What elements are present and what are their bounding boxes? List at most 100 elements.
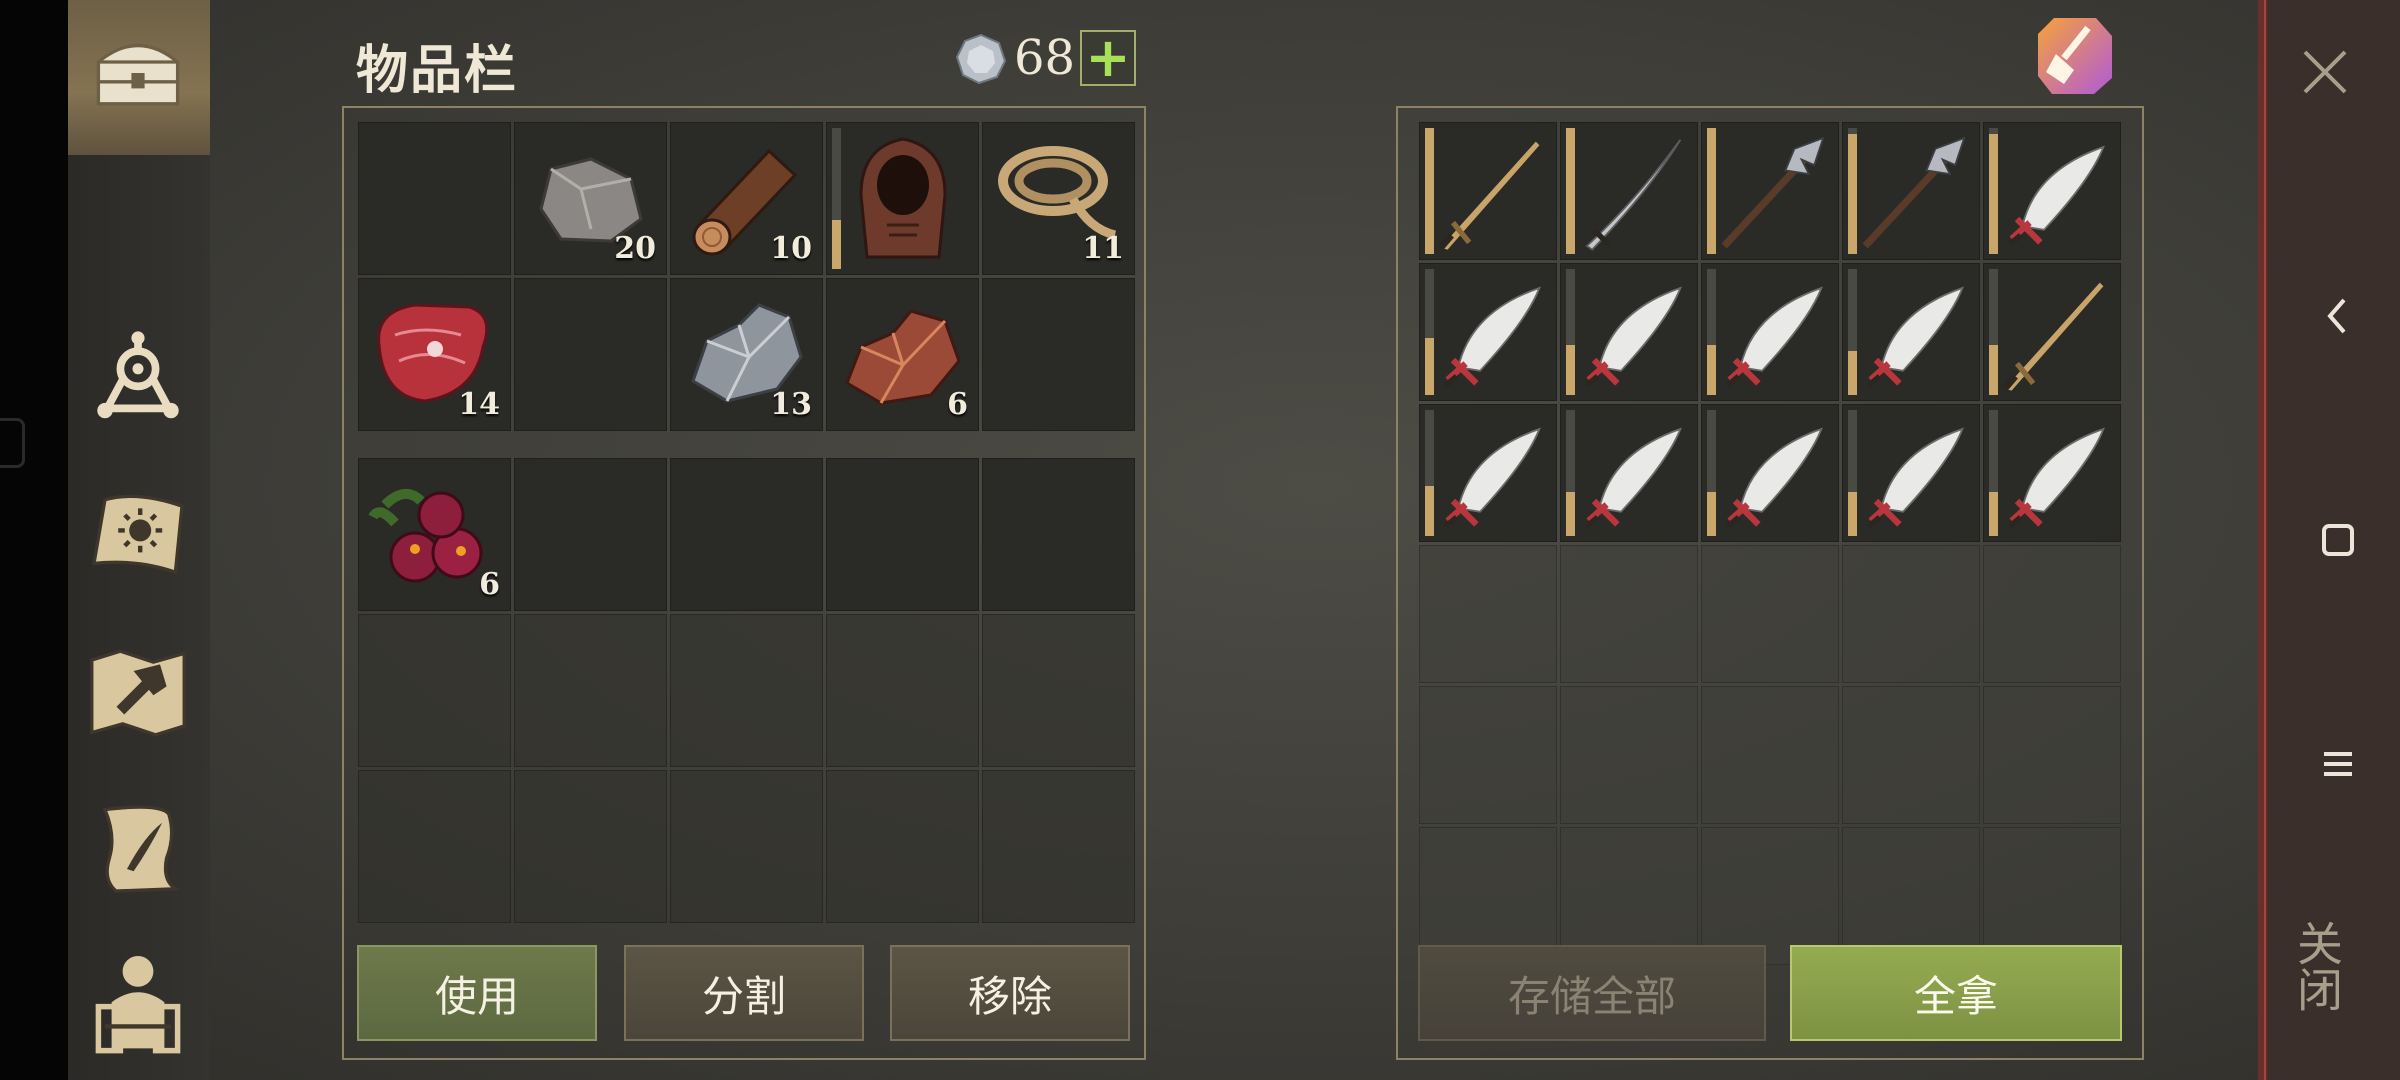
halberd-icon: [1721, 136, 1825, 249]
item-slot[interactable]: 11: [982, 122, 1135, 275]
empty-slot[interactable]: [670, 770, 823, 923]
halberd-icon: [1862, 136, 1966, 249]
empty-slot[interactable]: [826, 770, 979, 923]
empty-slot[interactable]: [1560, 686, 1698, 824]
durability-bar: [1707, 269, 1716, 395]
take-all-button[interactable]: 全拿: [1790, 945, 2122, 1041]
empty-slot[interactable]: [1419, 686, 1557, 824]
empty-slot[interactable]: [514, 614, 667, 767]
empty-slot[interactable]: [670, 614, 823, 767]
item-slot[interactable]: 10: [670, 122, 823, 275]
empty-slot[interactable]: [1560, 545, 1698, 683]
item-slot[interactable]: 6: [358, 458, 511, 611]
item-quantity: 6: [947, 387, 968, 422]
empty-slot[interactable]: [982, 614, 1135, 767]
item-slot[interactable]: [1419, 404, 1557, 542]
item-quantity: 20: [614, 231, 656, 266]
item-slot[interactable]: [1983, 404, 2121, 542]
menu-icon[interactable]: [2310, 736, 2366, 792]
empty-slot[interactable]: [982, 770, 1135, 923]
item-slot[interactable]: [1701, 122, 1839, 260]
store-all-button[interactable]: 存储全部: [1418, 945, 1766, 1041]
durability-bar: [1848, 410, 1857, 536]
item-quantity: 11: [1082, 231, 1124, 266]
item-quantity: 10: [770, 231, 812, 266]
skills-icon[interactable]: [80, 327, 196, 437]
item-slot[interactable]: 20: [514, 122, 667, 275]
empty-slot[interactable]: [982, 458, 1135, 611]
plus-icon: +: [1085, 26, 1131, 89]
durability-fill: [1566, 491, 1575, 536]
inventory-grid-hotbar: 6: [358, 458, 1135, 611]
item-slot[interactable]: 6: [826, 278, 979, 431]
use-button[interactable]: 使用: [357, 945, 597, 1041]
journal-icon[interactable]: [80, 482, 196, 592]
durability-bar: [1566, 410, 1575, 536]
item-slot[interactable]: 13: [670, 278, 823, 431]
character-icon[interactable]: [80, 945, 196, 1055]
home-icon[interactable]: [2310, 512, 2366, 568]
durability-bar: [1848, 269, 1857, 395]
item-slot[interactable]: [1842, 122, 1980, 260]
empty-slot[interactable]: [670, 458, 823, 611]
empty-slot[interactable]: [358, 770, 511, 923]
durability-fill: [1566, 344, 1575, 395]
empty-slot[interactable]: [358, 122, 511, 275]
item-slot[interactable]: [1560, 263, 1698, 401]
empty-slot[interactable]: [1701, 545, 1839, 683]
empty-slot[interactable]: [1983, 686, 2121, 824]
item-slot[interactable]: [1560, 122, 1698, 260]
item-slot[interactable]: [826, 122, 979, 275]
scimitar-icon: [1726, 286, 1823, 388]
item-slot[interactable]: [1842, 263, 1980, 401]
empty-slot[interactable]: [826, 458, 979, 611]
empty-slot[interactable]: [514, 278, 667, 431]
durability-fill: [1566, 128, 1575, 254]
item-slot[interactable]: [1983, 122, 2121, 260]
split-button[interactable]: 分割: [624, 945, 864, 1041]
item-slot[interactable]: [1419, 122, 1557, 260]
item-slot[interactable]: [1419, 263, 1557, 401]
empty-slot[interactable]: [514, 458, 667, 611]
back-icon[interactable]: [2310, 288, 2366, 344]
storage-grid: [1419, 122, 2121, 965]
quest-scroll-icon[interactable]: [80, 792, 196, 902]
remove-button[interactable]: 移除: [890, 945, 1130, 1041]
close-label[interactable]: 关闭: [2290, 920, 2350, 1012]
durability-bar: [1989, 128, 1998, 254]
item-slot[interactable]: [1560, 404, 1698, 542]
scimitar-icon: [2008, 427, 2105, 529]
scimitar-icon: [1867, 286, 1964, 388]
durability-bar: [1425, 269, 1434, 395]
item-slot[interactable]: [1701, 263, 1839, 401]
item-slot[interactable]: 14: [358, 278, 511, 431]
broom-icon[interactable]: [2034, 14, 2116, 96]
item-slot[interactable]: [1983, 263, 2121, 401]
item-slot[interactable]: [1842, 404, 1980, 542]
close-icon[interactable]: [2295, 42, 2355, 102]
empty-slot[interactable]: [1842, 686, 1980, 824]
empty-slot[interactable]: [1842, 545, 1980, 683]
empty-slot[interactable]: [1701, 686, 1839, 824]
durability-bar: [1848, 128, 1857, 254]
durability-fill: [1707, 344, 1716, 395]
inventory-grid-main: 20 10 11 14 13 6: [358, 122, 1135, 431]
hood-icon: [859, 137, 947, 259]
empty-slot[interactable]: [514, 770, 667, 923]
chest-icon[interactable]: [80, 18, 196, 128]
crafting-map-icon[interactable]: [80, 638, 196, 748]
durability-fill: [1989, 344, 1998, 395]
durability-fill: [1848, 350, 1857, 395]
empty-slot[interactable]: [982, 278, 1135, 431]
empty-slot[interactable]: [826, 614, 979, 767]
durability-fill: [832, 219, 841, 269]
empty-slot[interactable]: [1983, 545, 2121, 683]
durability-fill: [1848, 491, 1857, 536]
empty-slot[interactable]: [1419, 545, 1557, 683]
add-currency-button[interactable]: +: [1080, 30, 1136, 86]
durability-bar: [1425, 410, 1434, 536]
durability-fill: [1425, 128, 1434, 254]
durability-bar: [1566, 128, 1575, 254]
item-slot[interactable]: [1701, 404, 1839, 542]
empty-slot[interactable]: [358, 614, 511, 767]
